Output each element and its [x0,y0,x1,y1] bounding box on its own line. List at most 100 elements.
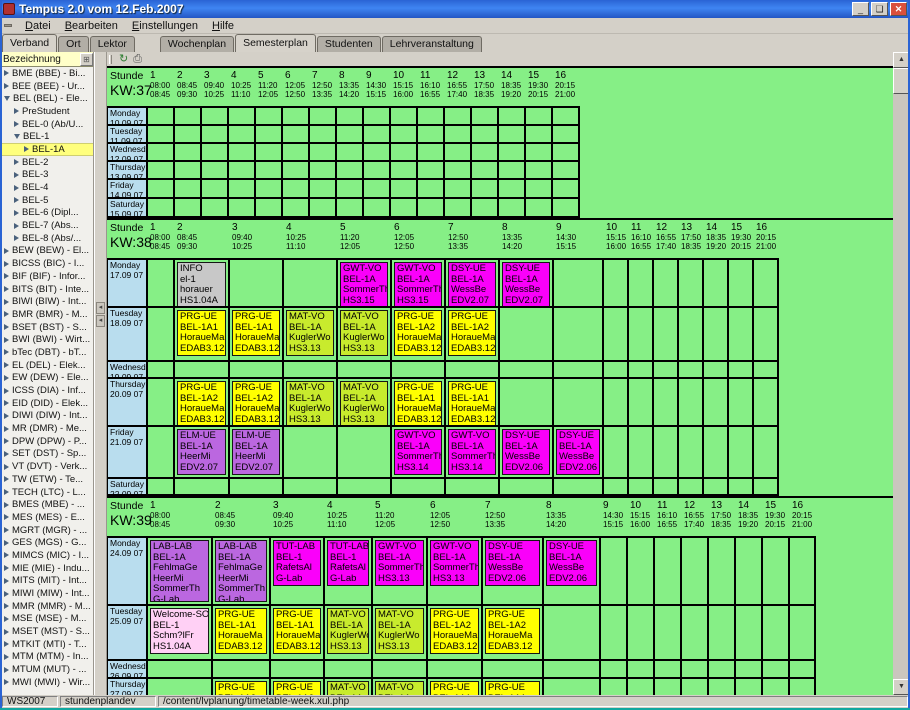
collapsed-icon[interactable] [4,362,9,368]
collapsed-icon[interactable] [4,616,9,622]
sidebar-item-bel-8[interactable]: BEL-8 (Abs/... [0,232,93,245]
collapsed-icon[interactable] [4,349,9,355]
collapsed-icon[interactable] [4,261,9,267]
minimize-button[interactable]: _ [852,2,869,16]
collapsed-icon[interactable] [4,324,9,330]
event-dsy-ue[interactable]: DSY-UEBEL-1AWessBeEDV2.06 [502,429,550,475]
sidebar-item-mtm[interactable]: MTM (MTM) - In... [0,651,93,664]
sidebar-item-bel-3[interactable]: BEL-3 [0,169,93,182]
sidebar-item-mr[interactable]: MR (DMR) - Me... [0,422,93,435]
event-prg-ue[interactable]: PRG-UEBEL-1A1HoraueMaEDAB3.12 [215,608,267,654]
collapsed-icon[interactable] [14,210,19,216]
sidebar-item-prestudent[interactable]: PreStudent [0,105,93,118]
event-prg-ue[interactable]: PRG-UEBEL-1A2HoraueMaEDAB3.12 [394,310,442,356]
sidebar-item-mits[interactable]: MITS (MIT) - Int... [0,575,93,588]
event-mat-vo[interactable]: MAT-VOBEL-1AKuglerWoHS3.13 [327,608,369,654]
collapsed-icon[interactable] [4,502,9,508]
event-prg-ue[interactable]: PRG-UEBEL-1A1HoraueMaEDAB3.12 [273,608,321,654]
event-gwt-vo[interactable]: GWT-VOBEL-1ASommerThHS3.15 [394,262,442,306]
sidebar-item-mset[interactable]: MSET (MST) - S... [0,625,93,638]
sidebar-item-mwi[interactable]: MWI (MWI) - Wir... [0,676,93,689]
sidebar-item-ew[interactable]: EW (DEW) - Ele... [0,372,93,385]
event-prg-ue[interactable]: PRG-UEBEL-1A1HoraueMaEDAB3.12 [232,310,280,356]
collapsed-icon[interactable] [4,273,9,279]
sidebar-item-bel-1a[interactable]: BEL-1A [0,143,93,156]
collapsed-icon[interactable] [4,83,9,89]
collapse-left-icon[interactable]: ◂ [96,315,105,327]
sidebar-item-bme[interactable]: BME (BBE) - Bi... [0,67,93,80]
sidebar-item-mie[interactable]: MIE (MIE) - Indu... [0,562,93,575]
sidebar-item-bmes[interactable]: BMES (MBE) - ... [0,498,93,511]
event-prg-ue[interactable]: PRG-UEBEL-1A1HoraueMaEDAB3.12 [485,681,540,695]
maximize-button[interactable]: ❏ [871,2,888,16]
event-mat-vo[interactable]: MAT-VOBEL-1AKuglerWoHS3.13 [375,681,424,695]
columns-icon[interactable]: ⊞ [80,53,93,66]
sidebar-item-tech[interactable]: TECH (LTC) - L... [0,486,93,499]
event-prg-ue[interactable]: PRG-UEBEL-1A2HoraueMaEDAB3.12 [448,310,496,356]
event-gwt-vo[interactable]: GWT-VOBEL-1ASommerThHS3.13 [430,540,479,586]
event-mat-vo[interactable]: MAT-VOBEL-1AKuglerWoHS3.13 [340,381,388,425]
sidebar-item-mes[interactable]: MES (MES) - E... [0,511,93,524]
collapsed-icon[interactable] [4,603,9,609]
event-prg-ue[interactable]: PRG-UEBEL-1A2HoraueMaEDAB3.12 [215,681,267,695]
event-mat-vo[interactable]: MAT-VOBEL-1AKuglerWoHS3.13 [327,681,369,695]
event-gwt-vo[interactable]: GWT-VOBEL-1ASommerThHS3.14 [448,429,496,475]
event-lab-lab[interactable]: LAB-LABBEL-1AFehlmaGeHeerMiSommerThG-Lab [150,540,209,602]
collapsed-icon[interactable] [4,679,9,685]
event-prg-ue[interactable]: PRG-UEBEL-1A1HoraueMaEDAB3.12 [177,310,226,356]
collapsed-icon[interactable] [4,540,9,546]
sidebar-item-mgrt[interactable]: MGRT (MGR) - ... [0,524,93,537]
tab-lektor[interactable]: Lektor [90,36,135,52]
sidebar-item-bel-6[interactable]: BEL-6 (Dipl... [0,207,93,220]
collapsed-icon[interactable] [4,591,9,597]
sidebar-item-ges[interactable]: GES (MGS) - G... [0,536,93,549]
collapsed-icon[interactable] [4,578,9,584]
sidebar-item-diwi[interactable]: DIWI (DIW) - Int... [0,410,93,423]
collapsed-icon[interactable] [14,223,19,229]
collapse-left-icon[interactable]: ◂ [96,302,105,314]
expanded-icon[interactable] [4,96,10,101]
sidebar-item-bel-2[interactable]: BEL-2 [0,156,93,169]
event-prg-ue[interactable]: PRG-UEBEL-1A2HoraueMaEDAB3.12 [232,381,280,425]
collapsed-icon[interactable] [4,400,9,406]
sidebar-item-bits[interactable]: BITS (BIT) - Inte... [0,283,93,296]
sidebar-item-bel-0[interactable]: BEL-0 (Ab/U... [0,118,93,131]
sidebar-item-eid[interactable]: EID (DID) - Elek... [0,397,93,410]
collapsed-icon[interactable] [4,299,9,305]
sidebar-item-bel-1[interactable]: BEL-1 [0,130,93,143]
tab-wochenplan[interactable]: Wochenplan [160,36,234,52]
collapsed-icon[interactable] [14,108,19,114]
sidebar-item-bmr[interactable]: BMR (BMR) - M... [0,308,93,321]
tab-ort[interactable]: Ort [58,36,89,52]
sidebar-item-set[interactable]: SET (DST) - Sp... [0,448,93,461]
event-elm-ue[interactable]: ELM-UEBEL-1AHeerMiEDV2.07 [232,429,280,475]
sidebar-item-mmr[interactable]: MMR (MMR) - M... [0,600,93,613]
collapsed-icon[interactable] [4,654,9,660]
event-prg-ue[interactable]: PRG-UEBEL-1A2HoraueMaEDAB3.12 [430,608,479,654]
close-button[interactable]: ✕ [890,2,907,16]
collapsed-icon[interactable] [14,159,19,165]
sidebar-splitter[interactable]: ◂ ◂ [94,52,107,695]
collapsed-icon[interactable] [14,197,19,203]
sidebar-item-mtum[interactable]: MTUM (MUT) - ... [0,663,93,676]
event-gwt-vo[interactable]: GWT-VOBEL-1ASommerThHS3.13 [375,540,424,586]
collapsed-icon[interactable] [4,476,9,482]
collapsed-icon[interactable] [4,552,9,558]
event-tut-lab[interactable]: TUT-LABBEL-1RafetsAlG-Lab [327,540,369,586]
print-icon[interactable]: ⎙ [133,54,142,65]
collapsed-icon[interactable] [4,375,9,381]
collapsed-icon[interactable] [4,311,9,317]
event-prg-ue[interactable]: PRG-UEBEL-1A2HoraueMaEDAB3.12 [485,608,540,654]
sidebar-item-biwi[interactable]: BIWI (BIW) - Int... [0,295,93,308]
sidebar-item-btec[interactable]: bTec (DBT) - bT... [0,346,93,359]
sidebar-item-tw[interactable]: TW (ETW) - Te... [0,473,93,486]
collapsed-icon[interactable] [4,464,9,470]
sidebar-item-icss[interactable]: ICSS (DIA) - Inf... [0,384,93,397]
tab-verband[interactable]: Verband [2,34,57,52]
collapsed-icon[interactable] [4,286,9,292]
expanded-icon[interactable] [14,134,20,139]
tab-semesterplan[interactable]: Semesterplan [235,34,316,52]
tab-studenten[interactable]: Studenten [317,36,381,52]
collapsed-icon[interactable] [4,565,9,571]
event-mat-vo[interactable]: MAT-VOBEL-1AKuglerWoHS3.13 [375,608,424,654]
